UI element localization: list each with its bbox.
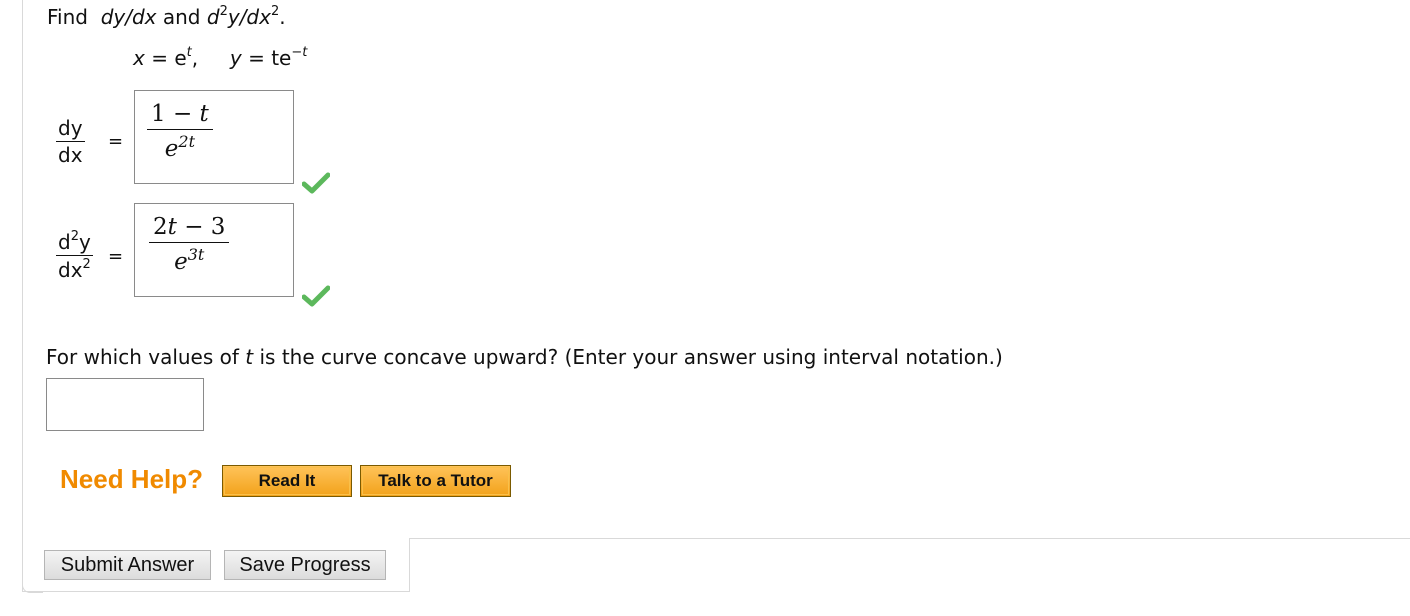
eq-y-rhs: = te bbox=[248, 46, 292, 70]
parametric-equations: x = et, y = te−t bbox=[133, 45, 307, 70]
concave-question: For which values of t is the curve conca… bbox=[46, 345, 1003, 369]
interval-answer-input[interactable] bbox=[46, 378, 204, 431]
need-help-label: Need Help? bbox=[60, 464, 204, 494]
panel-border-bottom bbox=[22, 591, 410, 592]
eq-comma: , bbox=[191, 46, 199, 70]
dydx-answer-fraction: 1 − t e2t bbox=[147, 101, 213, 162]
d2ydx2-label: d2y dx2 bbox=[56, 229, 93, 282]
checkmark-icon bbox=[302, 285, 330, 307]
prompt-sup-1: 2 bbox=[219, 4, 228, 19]
prompt-sup-2: 2 bbox=[270, 4, 280, 19]
prompt-and: and bbox=[162, 5, 201, 29]
talk-to-tutor-button[interactable]: Talk to a Tutor bbox=[360, 465, 511, 497]
read-it-button[interactable]: Read It bbox=[222, 465, 352, 497]
prompt-period: . bbox=[279, 5, 286, 29]
eq-x-var: x bbox=[133, 46, 145, 70]
prompt-find: Find bbox=[47, 5, 88, 29]
eq-y-exp: −t bbox=[291, 45, 308, 60]
dydx-answer-numerator: 1 − t bbox=[147, 101, 213, 130]
panel-border-corner bbox=[22, 572, 43, 593]
dydx-label-num: dy bbox=[56, 116, 85, 142]
eq-x-rhs: = e bbox=[151, 46, 187, 70]
save-progress-button[interactable]: Save Progress bbox=[224, 550, 386, 580]
submit-answer-button[interactable]: Submit Answer bbox=[44, 550, 211, 580]
d2ydx2-equals: = bbox=[108, 246, 124, 267]
panel-border-divider bbox=[409, 538, 410, 592]
prompt-d: d bbox=[206, 5, 220, 29]
question-prompt: Find dy/dx and d2y/dx2. bbox=[47, 4, 286, 29]
prompt-dydx: dy/dx bbox=[100, 5, 157, 29]
dydx-label: dy dx bbox=[56, 116, 85, 167]
panel-border-top-right bbox=[409, 538, 1410, 539]
checkmark-icon bbox=[302, 172, 330, 194]
d2ydx2-answer-denominator: e3t bbox=[174, 245, 205, 275]
d2ydx2-label-den: dx2 bbox=[58, 257, 91, 282]
dydx-equals: = bbox=[108, 131, 124, 152]
dydx-answer-denominator: e2t bbox=[164, 132, 195, 162]
d2ydx2-answer-fraction: 2t − 3 e3t bbox=[149, 214, 230, 275]
prompt-y-over-dx: y/dx bbox=[227, 5, 271, 29]
dydx-answer-box[interactable]: 1 − t e2t bbox=[134, 90, 294, 184]
dydx-label-den: dx bbox=[58, 143, 83, 167]
d2ydx2-label-num: d2y bbox=[56, 229, 93, 256]
panel-border-left bbox=[22, 0, 23, 592]
d2ydx2-answer-numerator: 2t − 3 bbox=[149, 214, 230, 243]
eq-y-var: y bbox=[229, 46, 242, 70]
d2ydx2-answer-box[interactable]: 2t − 3 e3t bbox=[134, 203, 294, 297]
